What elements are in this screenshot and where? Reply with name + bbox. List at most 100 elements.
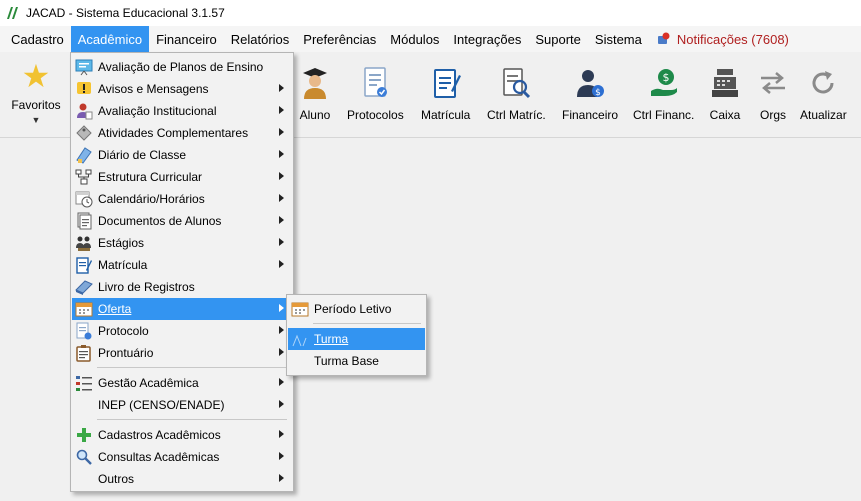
title-bar: JACAD - Sistema Educacional 3.1.57	[0, 0, 861, 26]
submenu-arrow-icon	[279, 400, 284, 408]
menuitem-cadastros-academicos[interactable]: Cadastros Acadêmicos	[72, 424, 292, 446]
management-list-icon	[73, 372, 95, 394]
toolbar-ctrl-matric-button[interactable]: Ctrl Matríc.	[487, 66, 546, 136]
submenu-label: Turma Base	[314, 354, 379, 368]
toolbar-caixa-button[interactable]: Caixa	[708, 66, 742, 136]
toolbar-label: Caixa	[709, 108, 741, 122]
menu-suporte[interactable]: Suporte	[528, 26, 588, 52]
menuitem-estagios[interactable]: Estágios	[72, 232, 292, 254]
enrollment-search-icon	[499, 66, 533, 100]
internship-people-icon	[73, 232, 95, 254]
menuitem-avaliacao-planos-ensino[interactable]: Avaliação de Planos de Ensino	[72, 56, 292, 78]
menuitem-label: Oferta	[98, 302, 132, 316]
finance-person-icon: $	[573, 66, 607, 100]
submenu-arrow-icon	[279, 150, 284, 158]
submenu-arrow-icon	[279, 304, 284, 312]
menuitem-oferta[interactable]: Oferta	[72, 298, 292, 320]
menuitem-label: Protocolo	[98, 324, 149, 338]
submenu-periodo-letivo[interactable]: Período Letivo	[288, 298, 425, 320]
submenu-turma-base[interactable]: Turma Base	[288, 350, 425, 372]
menu-relatorios[interactable]: Relatórios	[224, 26, 297, 52]
menuitem-outros[interactable]: Outros	[72, 468, 292, 490]
submenu-arrow-icon	[279, 128, 284, 136]
menuitem-livro-registros[interactable]: Livro de Registros	[72, 276, 292, 298]
menuitem-gestao-academica[interactable]: Gestão Acadêmica	[72, 372, 292, 394]
toolbar-label: Atualizar	[800, 108, 847, 122]
toolbar-orgs-button[interactable]: Orgs	[756, 66, 790, 136]
submenu-arrow-icon	[279, 84, 284, 92]
menuitem-label: Estágios	[98, 236, 145, 250]
menuitem-inep-censo-enade[interactable]: INEP (CENSO/ENADE)	[72, 394, 292, 416]
menu-label: Sistema	[594, 31, 642, 47]
protocol-document-icon	[358, 66, 392, 100]
menuitem-calendario-horarios[interactable]: Calendário/Horários	[72, 188, 292, 210]
jacad-window: JACAD - Sistema Educacional 3.1.57 Cadas…	[0, 0, 861, 501]
toolbar-protocolos-button[interactable]: Protocolos	[347, 66, 404, 136]
submenu-turma[interactable]: Turma	[288, 328, 425, 350]
menuitem-documentos-alunos[interactable]: Documentos de Alunos	[72, 210, 292, 232]
menu-integracoes[interactable]: Integrações	[446, 26, 528, 52]
plus-icon	[73, 424, 95, 446]
menuitem-avisos-mensagens[interactable]: Avisos e Mensagens	[72, 78, 292, 100]
svg-text:$: $	[595, 88, 601, 98]
menu-label: Suporte	[535, 31, 581, 47]
menuitem-label: Prontuário	[98, 346, 154, 360]
evaluation-person-icon	[73, 100, 95, 122]
menuitem-matricula[interactable]: Matrícula	[72, 254, 292, 276]
notifications-link[interactable]: Notificações (7608)	[649, 32, 789, 47]
oferta-submenu: Período Letivo Turma Turma Base	[286, 294, 427, 376]
menuitem-label: Calendário/Horários	[98, 192, 205, 206]
menu-bar: Cadastro Acadêmico Financeiro Relatórios…	[0, 26, 861, 52]
menu-preferencias[interactable]: Preferências	[296, 26, 383, 52]
menu-sistema[interactable]: Sistema	[588, 26, 649, 52]
menuitem-label: Atividades Complementares	[98, 126, 249, 140]
search-icon	[73, 446, 95, 468]
menuitem-label: Avaliação de Planos de Ensino	[98, 60, 264, 74]
toolbar-label: Ctrl Matríc.	[487, 108, 546, 122]
menu-financeiro[interactable]: Financeiro	[149, 26, 224, 52]
money-hand-icon: $	[647, 66, 681, 100]
student-icon	[298, 66, 332, 100]
toolbar-matricula-button[interactable]: Matrícula	[421, 66, 470, 136]
toolbar-aluno-button[interactable]: Aluno	[298, 66, 332, 136]
toolbar-ctrl-financ-button[interactable]: $ Ctrl Financ.	[633, 66, 694, 136]
menuitem-consultas-academicas[interactable]: Consultas Acadêmicas	[72, 446, 292, 468]
submenu-label: Período Letivo	[314, 302, 392, 316]
offer-calendar-icon	[73, 298, 95, 320]
toolbar-atualizar-button[interactable]: Atualizar	[800, 66, 847, 136]
toolbar-label: Aluno	[299, 108, 331, 122]
clipboard-icon	[73, 342, 95, 364]
submenu-arrow-icon	[279, 430, 284, 438]
toolbar-label: Ctrl Financ.	[633, 108, 695, 122]
cash-register-icon	[708, 66, 742, 100]
menu-separator	[313, 323, 421, 324]
menuitem-protocolo[interactable]: Protocolo	[72, 320, 292, 342]
notifications-label: Notificações (7608)	[676, 31, 789, 47]
menu-academico[interactable]: Acadêmico	[70, 26, 150, 52]
menuitem-atividades-complementares[interactable]: Atividades Complementares	[72, 122, 292, 144]
menuitem-avaliacao-institucional[interactable]: Avaliação Institucional	[72, 100, 292, 122]
submenu-arrow-icon	[279, 106, 284, 114]
activity-tag-icon	[73, 122, 95, 144]
academico-dropdown-menu: Avaliação de Planos de Ensino Avisos e M…	[70, 52, 294, 492]
menuitem-diario-classe[interactable]: Diário de Classe	[72, 144, 292, 166]
menu-cadastro[interactable]: Cadastro	[4, 26, 71, 52]
submenu-arrow-icon	[279, 326, 284, 334]
menuitem-prontuario[interactable]: Prontuário	[72, 342, 292, 364]
menuitem-label: Consultas Acadêmicas	[98, 450, 220, 464]
menuitem-label: Outros	[98, 472, 135, 486]
menuitem-estrutura-curricular[interactable]: Estrutura Curricular	[72, 166, 292, 188]
class-group-icon	[289, 328, 311, 350]
toolbar-label: Protocolos	[347, 108, 404, 122]
calendar-clock-icon	[73, 188, 95, 210]
toolbar-label: Financeiro	[562, 108, 619, 122]
menu-separator	[97, 367, 287, 368]
submenu-label: Turma	[314, 332, 349, 346]
swap-arrows-icon	[756, 66, 790, 100]
student-documents-icon	[73, 210, 95, 232]
menuitem-label: Documentos de Alunos	[98, 214, 222, 228]
menu-modulos[interactable]: Módulos	[383, 26, 446, 52]
menu-label: Preferências	[303, 31, 377, 47]
toolbar-financeiro-button[interactable]: $ Financeiro	[562, 66, 618, 136]
favorites-button[interactable]: ★ Favoritos ▼	[6, 58, 66, 134]
